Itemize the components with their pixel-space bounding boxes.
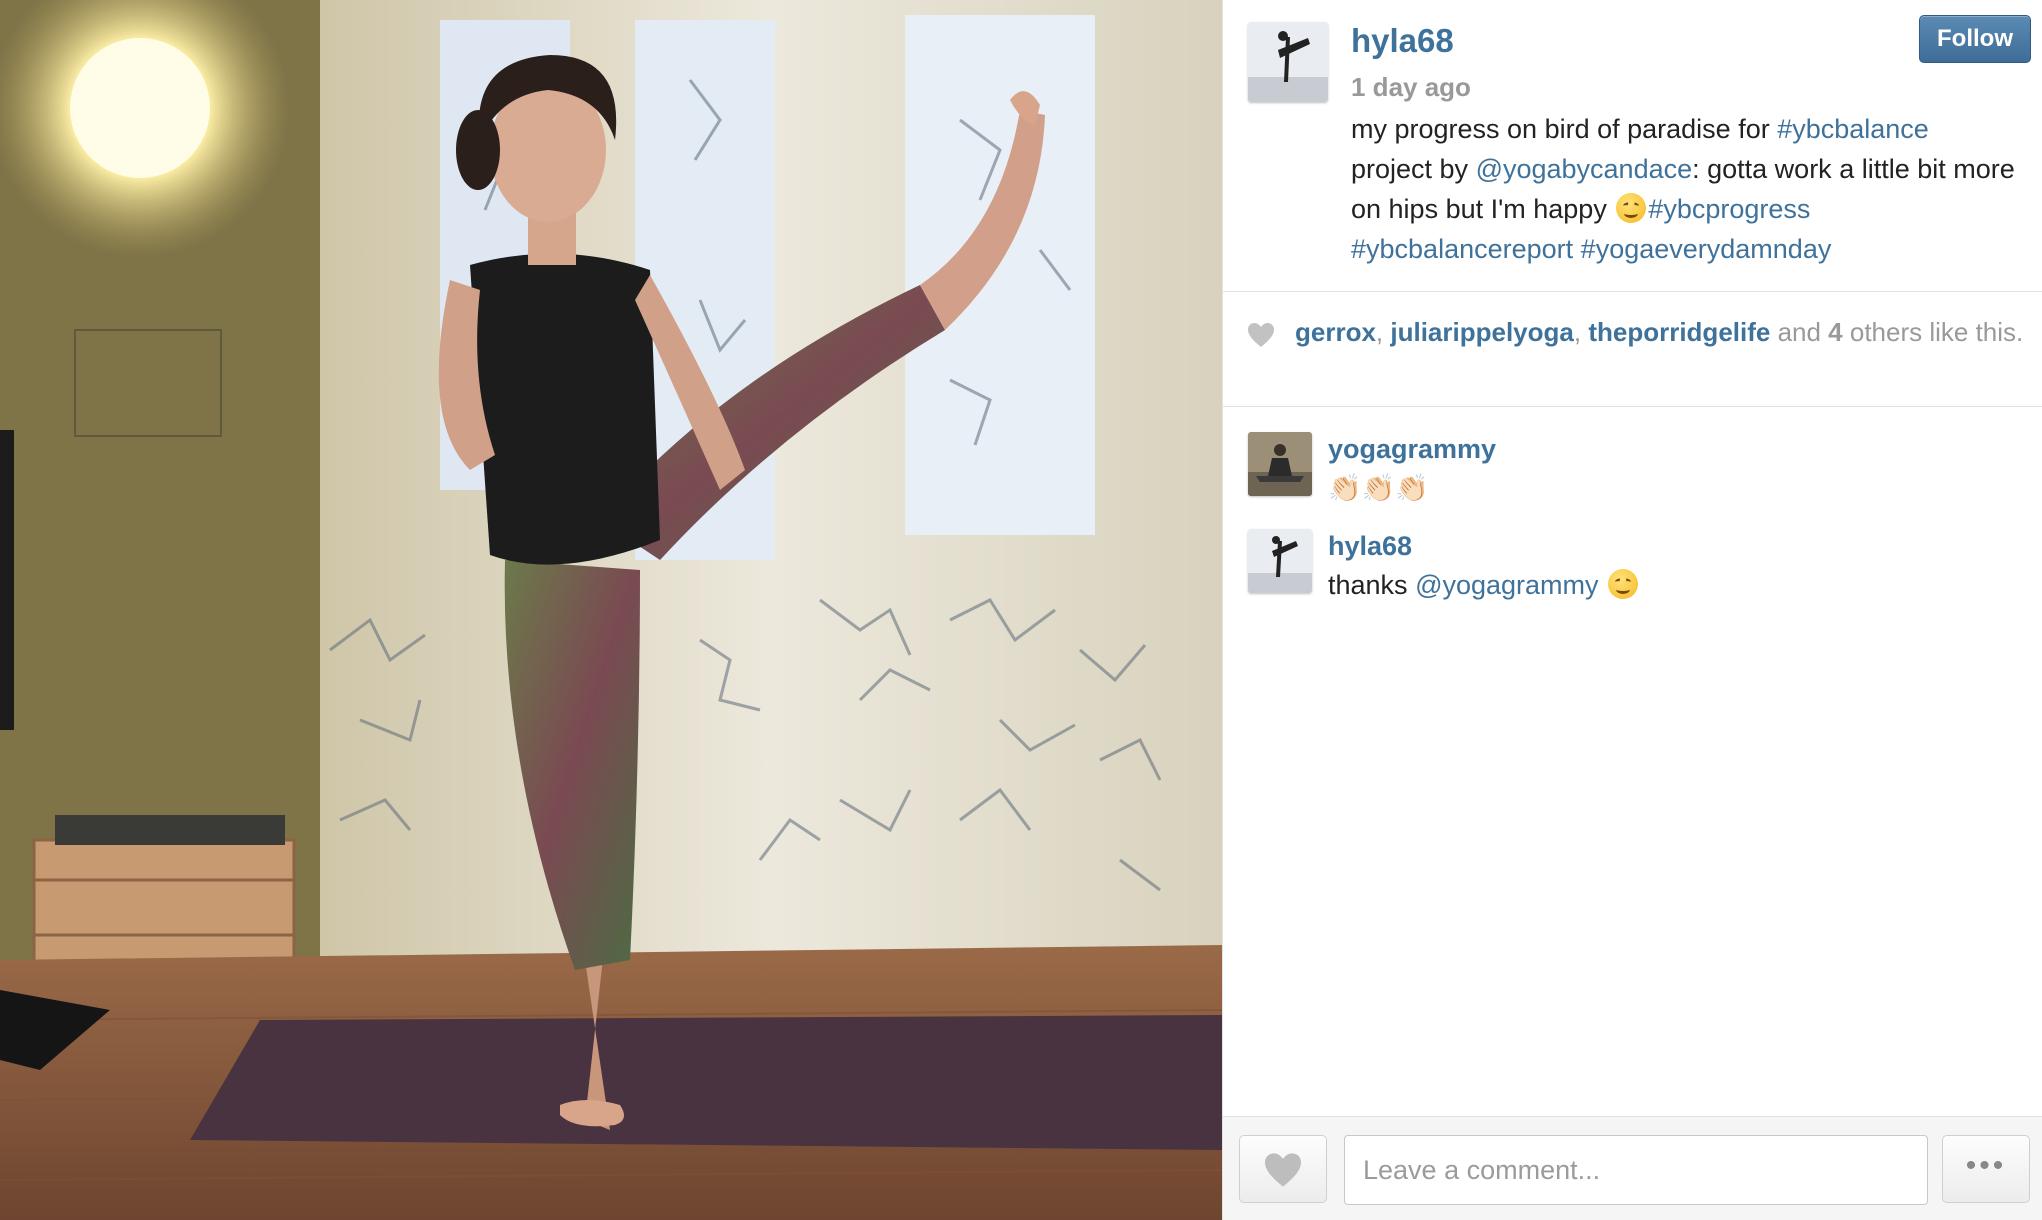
mention-link[interactable]: @yogagrammy	[1415, 570, 1598, 600]
follow-button[interactable]: Follow	[1919, 15, 2031, 63]
post-photo	[0, 0, 1222, 1220]
comment-body: thanks @yogagrammy	[1328, 569, 1640, 601]
comment-username[interactable]: yogagrammy	[1328, 434, 1496, 465]
liker-link[interactable]: theporridgelife	[1588, 317, 1770, 347]
likes-section: gerrox, juliarippelyoga, theporridgelife…	[1223, 292, 2042, 406]
owner-avatar[interactable]	[1248, 22, 1328, 102]
hashtag-link[interactable]: #ybcbalance	[1777, 114, 1929, 144]
divider	[1223, 406, 2042, 407]
post-caption: my progress on bird of paradise for #ybc…	[1351, 109, 2041, 269]
like-button[interactable]	[1239, 1135, 1327, 1203]
hashtag-link[interactable]: #ybcbalancereport	[1351, 234, 1573, 264]
more-options-button[interactable]: •••	[1942, 1135, 2030, 1203]
liker-link[interactable]: juliarippelyoga	[1390, 317, 1574, 347]
commenter-avatar[interactable]	[1248, 432, 1312, 496]
smiling-face-emoji-icon	[1608, 569, 1639, 599]
post-timestamp: 1 day ago	[1351, 72, 1471, 102]
hashtag-link[interactable]: #yogaeverydamnday	[1581, 234, 1832, 264]
others-count[interactable]: 4	[1828, 317, 1842, 347]
comment-input[interactable]	[1344, 1135, 1928, 1205]
smiling-face-emoji-icon	[1616, 193, 1647, 223]
yoga-pose-photo	[0, 0, 1222, 1220]
likes-conjunction: and	[1770, 317, 1829, 347]
comments-list: yogagrammy 👏🏻👏🏻👏🏻 hyla68 thanks @yogagra…	[1223, 408, 2042, 1116]
comment-text: 👏🏻👏🏻👏🏻	[1328, 473, 1429, 503]
liker-link[interactable]: gerrox	[1295, 317, 1376, 347]
separator: ,	[1573, 317, 1589, 347]
hashtag-link[interactable]: #ybcprogress	[1648, 194, 1810, 224]
comment-text: thanks	[1328, 570, 1416, 600]
likes-summary: gerrox, juliarippelyoga, theporridgelife…	[1295, 316, 2025, 349]
heart-icon	[1248, 323, 1274, 347]
heart-icon	[1265, 1153, 1301, 1187]
mention-link[interactable]: @yogabycandace	[1476, 154, 1693, 184]
comment-composer-bar: •••	[1223, 1116, 2042, 1220]
caption-text: project by	[1351, 154, 1476, 184]
ellipsis-icon: •••	[1965, 1149, 2007, 1182]
owner-username[interactable]: hyla68	[1351, 22, 1454, 60]
post-details-panel: hyla68 1 day ago Follow my progress on b…	[1222, 0, 2042, 1220]
commenter-avatar[interactable]	[1248, 529, 1312, 593]
caption-text: my progress on bird of paradise for	[1351, 114, 1778, 144]
caption-text: on hips but I'm happy	[1351, 194, 1615, 224]
separator: ,	[1375, 317, 1391, 347]
comment-username[interactable]: hyla68	[1328, 531, 1412, 562]
likes-suffix: others like this.	[1842, 317, 2024, 347]
caption-text: : gotta work a little bit more	[1692, 154, 2015, 184]
